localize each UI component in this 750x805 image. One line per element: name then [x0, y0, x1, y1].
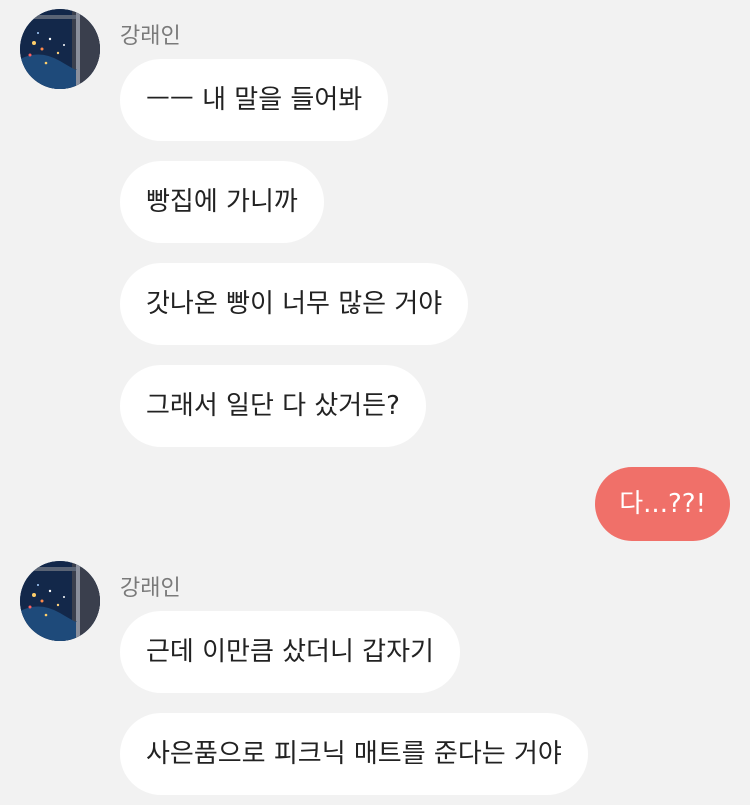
message-bubble[interactable]: ㅡㅡ 내 말을 들어봐 [120, 59, 389, 141]
message-bubble[interactable]: 빵집에 가니까 [120, 161, 324, 243]
message-bubble[interactable]: 갓나온 빵이 너무 많은 거야 [120, 263, 469, 345]
message-bubble[interactable]: 근데 이만큼 샀더니 갑자기 [120, 611, 460, 693]
night-window-avatar-icon [20, 561, 100, 641]
sender-name: 강래인 [120, 576, 181, 601]
night-window-avatar-icon [20, 9, 100, 89]
profile-avatar[interactable] [20, 9, 100, 89]
sender-name: 강래인 [120, 24, 181, 49]
my-message-bubble[interactable]: 다...??! [595, 467, 730, 541]
chat-thread[interactable]: 강래인 ㅡㅡ 내 말을 들어봐 빵집에 가니까 갓나온 빵이 너무 많은 거야 … [0, 0, 750, 805]
message-bubble[interactable]: 사은품으로 피크닉 매트를 준다는 거야 [120, 713, 588, 795]
message-bubble[interactable]: 그래서 일단 다 샀거든? [120, 365, 426, 447]
profile-avatar[interactable] [20, 561, 100, 641]
